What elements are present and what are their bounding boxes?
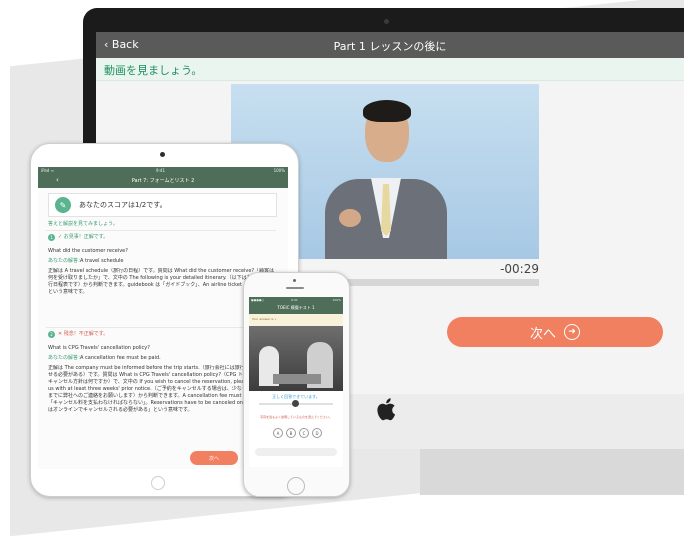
explanation-text: 正解は A travel schedule（旅行の日程）です。質問は What …: [48, 268, 275, 295]
answer-label: あなたの解答：: [48, 355, 84, 361]
score-card: ✎ あなたのスコアは1/2です。: [48, 193, 277, 217]
choice-d[interactable]: D: [312, 428, 322, 438]
answer-text: A cancellation fee must be paid.: [80, 355, 161, 361]
section-heading-text: 動画を見ましょう。: [104, 64, 203, 77]
choice-b[interactable]: B: [286, 428, 296, 438]
choice-c[interactable]: C: [299, 428, 309, 438]
status-battery: 100%: [332, 298, 341, 302]
answer-status-strip: Your answer is ✓: [249, 314, 343, 326]
ipad-status-bar: iPad ≈ 9:41 100%: [38, 167, 288, 174]
next-button[interactable]: 次へ: [190, 451, 238, 465]
ipad-camera-icon: [160, 152, 165, 157]
next-button[interactable]: 次へ ➜: [447, 317, 663, 347]
ipad-nav-bar: ‹ Part 7: フォームとリスト 2: [38, 174, 288, 188]
question-number-badge: 1: [48, 234, 55, 241]
section-heading: 動画を見ましょう。: [96, 58, 684, 81]
iphone-speaker: [286, 287, 304, 289]
iphone-nav-bar: TOEIC 模擬テスト 1: [249, 303, 343, 314]
status-time: 9:41: [291, 298, 298, 302]
explanation-text: 正解は The company must be informed before …: [48, 365, 276, 413]
apple-icon: [377, 398, 396, 421]
presenter-hair: [363, 100, 411, 122]
status-signal: ●●●●○: [251, 298, 265, 302]
result-incorrect: ✕ 残念！不正解です。: [58, 331, 109, 337]
status-carrier: iPad ≈: [41, 168, 54, 173]
answer-label: あなたの解答：: [48, 258, 84, 264]
result-correct: ✓ お見事！正解です。: [58, 234, 109, 240]
iphone-nav-title: TOEIC 模擬テスト 1: [277, 305, 315, 310]
time-remaining: -00:29: [500, 262, 539, 276]
status-battery: 100%: [273, 168, 285, 173]
divider: [46, 327, 276, 328]
iphone-camera-icon: [293, 279, 296, 282]
camera-icon: [384, 19, 389, 24]
question-photo: [249, 326, 343, 391]
iphone-screen: ●●●●○ 9:41 100% TOEIC 模擬テスト 1 Your answe…: [249, 297, 343, 467]
answer-status-text: Your answer is ✓: [252, 317, 278, 321]
ipad-nav-title: Part 7: フォームとリスト 2: [131, 178, 195, 184]
bottom-bar[interactable]: [255, 448, 337, 456]
question-prompt: 写真を最もよく説明しているものを選んでください。: [260, 415, 332, 419]
divider: [46, 230, 276, 231]
photo-table: [273, 374, 321, 384]
imac-nav-bar: ‹ Back Part 1 レッスンの後に: [96, 32, 684, 58]
question-text: What did the customer receive?: [48, 248, 128, 254]
question-number-badge: 2: [48, 331, 55, 338]
question-text: What is CPG Travels' cancellation policy…: [48, 345, 150, 351]
next-button-label: 次へ: [529, 326, 556, 342]
page-title: Part 1 レッスンの後に: [333, 40, 447, 53]
status-time: 9:41: [156, 168, 165, 173]
answer-text: A travel schedule: [80, 258, 124, 264]
imac-stand: [420, 449, 684, 495]
score-text: あなたのスコアは1/2です。: [79, 201, 167, 209]
arrow-circle-right-icon: ➜: [564, 324, 580, 340]
audio-knob[interactable]: [292, 400, 299, 407]
answer-choices: A B C D: [273, 428, 322, 438]
choice-a[interactable]: A: [273, 428, 283, 438]
presenter-hand: [339, 209, 361, 227]
home-button[interactable]: [151, 476, 165, 490]
pencil-icon: ✎: [55, 197, 71, 213]
home-button[interactable]: [287, 477, 305, 495]
instruction-text: 答えと解説を見てみましょう。: [48, 221, 118, 227]
